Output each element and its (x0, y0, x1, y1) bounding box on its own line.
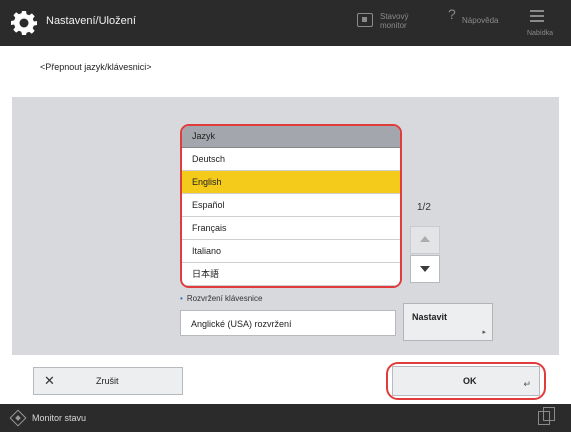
bottom-bar: Monitor stavu (0, 404, 571, 432)
language-item-english[interactable]: English (182, 171, 400, 194)
language-list-header: Jazyk (182, 126, 400, 148)
cancel-label: Zrušit (96, 376, 119, 386)
cancel-button[interactable]: ✕ Zrušit (33, 367, 183, 395)
keyboard-layout-label: • Rozvržení klávesnice (180, 294, 262, 303)
language-item-espanol[interactable]: Español (182, 194, 400, 217)
status-monitor-link[interactable]: Monitor stavu (32, 413, 86, 423)
language-item-deutsch[interactable]: Deutsch (182, 148, 400, 171)
set-keyboard-button[interactable]: Nastavit ▸ (403, 303, 493, 341)
top-bar: Nastavení/Uložení Stavový monitor ? Nápo… (0, 0, 571, 46)
status-monitor-icon[interactable] (357, 13, 373, 27)
corner-arrow-icon: ▸ (482, 329, 486, 336)
settings-gear-icon (11, 11, 37, 35)
menu-icon[interactable] (530, 10, 544, 25)
page-indicator: 1/2 (417, 202, 431, 213)
page-title: Nastavení/Uložení (46, 15, 136, 27)
close-icon: ✕ (44, 373, 55, 388)
scroll-up-button[interactable] (410, 226, 440, 254)
scroll-down-button[interactable] (410, 255, 440, 283)
bullet-icon: • (180, 294, 183, 303)
enter-icon: ↵ (523, 379, 531, 389)
copy-icon[interactable] (538, 407, 555, 425)
language-list: Jazyk Deutsch English Español Français I… (180, 124, 402, 288)
keyboard-layout-label-text: Rozvržení klávesnice (186, 294, 263, 303)
set-keyboard-button-label: Nastavit (412, 312, 448, 322)
status-monitor-diamond-icon[interactable] (9, 409, 27, 427)
breadcrumb: <Přepnout jazyk/klávesnici> (40, 62, 152, 72)
help-icon[interactable]: ? (448, 7, 456, 21)
ok-button[interactable]: OK ↵ (392, 366, 540, 396)
language-item-francais[interactable]: Français (182, 217, 400, 240)
language-item-japanese[interactable]: 日本語 (182, 263, 400, 286)
ok-label: OK (463, 376, 477, 386)
language-item-italiano[interactable]: Italiano (182, 240, 400, 263)
status-monitor-label[interactable]: Stavový monitor (380, 12, 414, 30)
menu-label[interactable]: Nabídka (527, 30, 553, 37)
keyboard-layout-field: Anglické (USA) rozvržení (180, 310, 396, 336)
help-label[interactable]: Nápověda (462, 16, 498, 25)
